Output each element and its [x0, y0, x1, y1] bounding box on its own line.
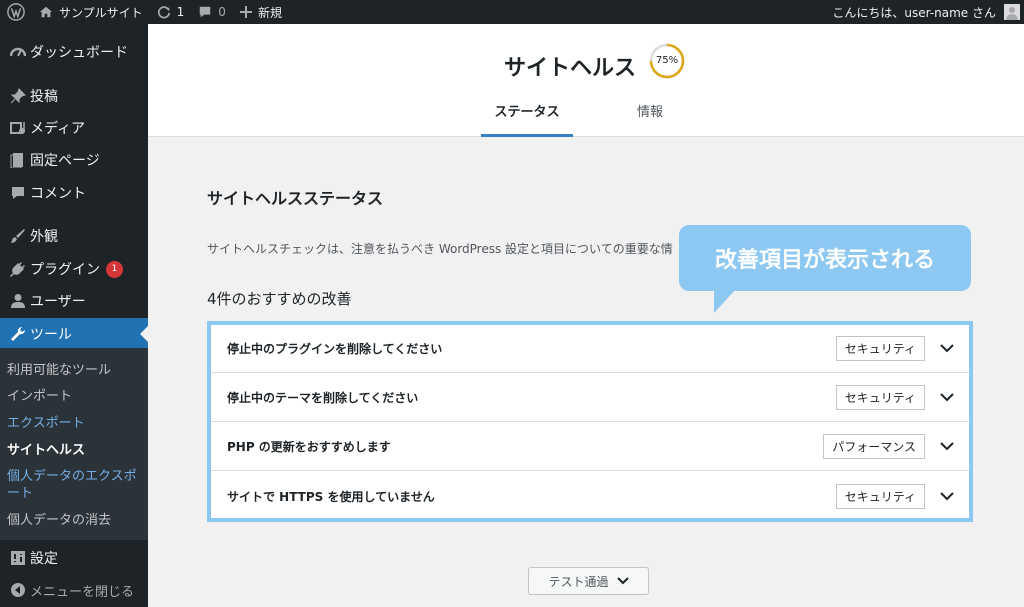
passed-tests-button[interactable]: テスト通過: [528, 567, 649, 595]
menu-media[interactable]: メディア: [0, 112, 148, 144]
menu-pages-label: 固定ページ: [30, 153, 100, 169]
recommendations-accordion: 停止中のプラグインを削除してください セキュリティ 停止中のテーマを削除してくだ…: [207, 321, 973, 522]
submenu-site-health[interactable]: サイトヘルス: [7, 442, 143, 459]
category-badge: セキュリティ: [835, 483, 925, 509]
accordion-item[interactable]: 停止中のプラグインを削除してください セキュリティ: [211, 325, 969, 373]
health-progress-indicator: 75%: [648, 42, 686, 80]
menu-tools-label: ツール: [30, 327, 72, 343]
category-badge: セキュリティ: [835, 336, 925, 361]
callout-tail: [714, 289, 736, 313]
accordion-item[interactable]: PHP の更新をおすすめします パフォーマンス: [211, 423, 969, 471]
section-description: サイトヘルスチェックは、注意を払うべき WordPress 設定と項目についての…: [207, 242, 673, 256]
chevron-down-icon: [616, 577, 629, 585]
menu-media-label: メディア: [30, 121, 86, 137]
menu-appearance[interactable]: 外観: [0, 220, 148, 252]
accordion-item[interactable]: 停止中のテーマを削除してください セキュリティ: [211, 374, 969, 422]
admin-bar: サンプルサイト 1 0 新規 こんにちは、user-name さん: [0, 0, 1024, 24]
chevron-down-icon[interactable]: [937, 491, 957, 501]
home-icon: [39, 6, 53, 18]
menu-plugins-label: プラグイン: [30, 262, 100, 278]
menu-posts-label: 投稿: [30, 89, 58, 105]
wordpress-icon: [7, 3, 25, 21]
accordion-item-title: 停止中のテーマを削除してください: [227, 391, 419, 405]
tools-submenu: 利用可能なツール インポート エクスポート サイトヘルス 個人データのエクスポー…: [0, 348, 148, 540]
tab-status[interactable]: ステータス: [481, 94, 573, 137]
menu-appearance-label: 外観: [30, 229, 58, 245]
submenu-erase-personal-data[interactable]: 個人データの消去: [7, 512, 143, 529]
menu-pages[interactable]: 固定ページ: [0, 144, 148, 176]
menu-plugins[interactable]: プラグイン 1: [0, 253, 148, 285]
collapse-menu-label: メニューを閉じる: [30, 584, 135, 600]
accordion-item-title: PHP の更新をおすすめします: [227, 440, 391, 454]
menu-tools[interactable]: ツール: [0, 318, 148, 350]
category-badge: パフォーマンス: [823, 434, 925, 459]
chevron-down-icon[interactable]: [937, 344, 957, 353]
menu-dashboard[interactable]: ダッシュボード: [0, 36, 148, 68]
updates-link[interactable]: 1: [150, 0, 192, 24]
accordion-item-title: サイトで HTTPS を使用していません: [227, 489, 435, 504]
comments-count: 0: [218, 5, 226, 19]
updates-count: 1: [176, 5, 185, 19]
collapse-menu-button[interactable]: メニューを閉じる: [0, 574, 148, 606]
accordion-item[interactable]: サイトで HTTPS を使用していません セキュリティ: [211, 472, 969, 520]
chevron-down-icon[interactable]: [937, 393, 957, 402]
avatar: [1004, 4, 1020, 20]
admin-sidebar: ダッシュボード 投稿 メディア 固定ページ コメント 外観 プラグイン 1 ユー…: [0, 24, 148, 607]
recommendations-heading: 4件のおすすめの改善: [207, 290, 352, 308]
menu-settings-label: 設定: [30, 551, 58, 567]
submenu-available-tools[interactable]: 利用可能なツール: [7, 362, 143, 379]
health-progress-label: 75%: [655, 55, 679, 66]
chevron-down-icon[interactable]: [937, 442, 957, 451]
menu-users-label: ユーザー: [30, 294, 86, 310]
passed-tests-label: テスト通過: [548, 574, 609, 589]
plugins-update-badge: 1: [106, 260, 123, 278]
menu-comments-label: コメント: [30, 186, 86, 202]
wordpress-logo-button[interactable]: [0, 0, 32, 24]
category-badge: セキュリティ: [835, 385, 925, 410]
menu-users[interactable]: ユーザー: [0, 285, 148, 317]
account-menu[interactable]: こんにちは、user-name さん: [832, 4, 1024, 21]
site-name: サンプルサイト: [59, 5, 143, 20]
site-name-link[interactable]: サンプルサイト: [32, 0, 150, 24]
plus-icon: [239, 6, 252, 18]
comments-link[interactable]: 0: [191, 0, 233, 24]
callout-bubble: 改善項目が表示される: [679, 225, 971, 291]
submenu-export[interactable]: エクスポート: [7, 415, 143, 432]
refresh-icon: [157, 6, 170, 19]
submenu-export-personal-data[interactable]: 個人データのエクスポート: [7, 468, 143, 502]
accordion-item-title: 停止中のプラグインを削除してください: [227, 342, 443, 356]
comment-icon: [200, 6, 211, 18]
new-label: 新規: [257, 5, 282, 20]
section-title: サイトヘルスステータス: [207, 189, 384, 208]
new-content-link[interactable]: 新規: [233, 0, 289, 24]
tab-info[interactable]: 情報: [618, 94, 682, 137]
submenu-import[interactable]: インポート: [7, 388, 143, 405]
menu-dashboard-label: ダッシュボード: [30, 45, 128, 61]
page-title: サイトヘルス: [504, 56, 637, 81]
site-health-header: サイトヘルス 75% ステータス 情報: [148, 24, 1024, 137]
menu-settings[interactable]: 設定: [0, 542, 148, 574]
menu-posts[interactable]: 投稿: [0, 80, 148, 112]
greeting-text: こんにちは、user-name さん: [832, 5, 996, 20]
menu-comments[interactable]: コメント: [0, 177, 148, 209]
